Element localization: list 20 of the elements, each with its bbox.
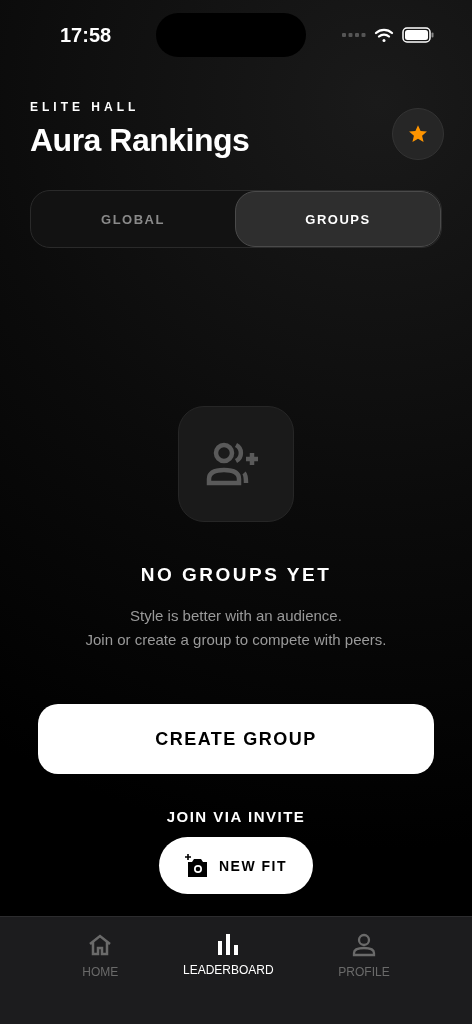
page-title: Aura Rankings — [30, 122, 250, 159]
star-button[interactable] — [392, 108, 444, 160]
eyebrow-label: ELITE HALL — [30, 100, 141, 114]
segment-tab[interactable]: GROUPS — [235, 191, 441, 247]
join-invite-link[interactable]: JOIN VIA INVITE — [166, 808, 306, 825]
empty-heading: NO GROUPS YET — [140, 564, 332, 586]
segment-tab[interactable]: GLOBAL — [31, 191, 235, 247]
person-icon — [351, 933, 376, 957]
battery-icon — [402, 27, 434, 43]
new-fit-button[interactable]: NEW FIT — [159, 837, 313, 894]
empty-message: Style is better with an audience. — [129, 606, 343, 626]
nav-item[interactable]: LEADERBOARD — [178, 933, 278, 985]
status-time: 17:58 — [60, 23, 113, 47]
wifi-icon — [374, 27, 394, 43]
create-group-button[interactable]: CREATE GROUP — [38, 704, 434, 774]
signal-icon — [342, 33, 366, 37]
empty-message: Join or create a group to compete with peers. — [85, 630, 387, 650]
star-icon — [408, 124, 428, 144]
camera-plus-icon — [184, 853, 209, 878]
bar-chart-icon — [217, 933, 240, 955]
